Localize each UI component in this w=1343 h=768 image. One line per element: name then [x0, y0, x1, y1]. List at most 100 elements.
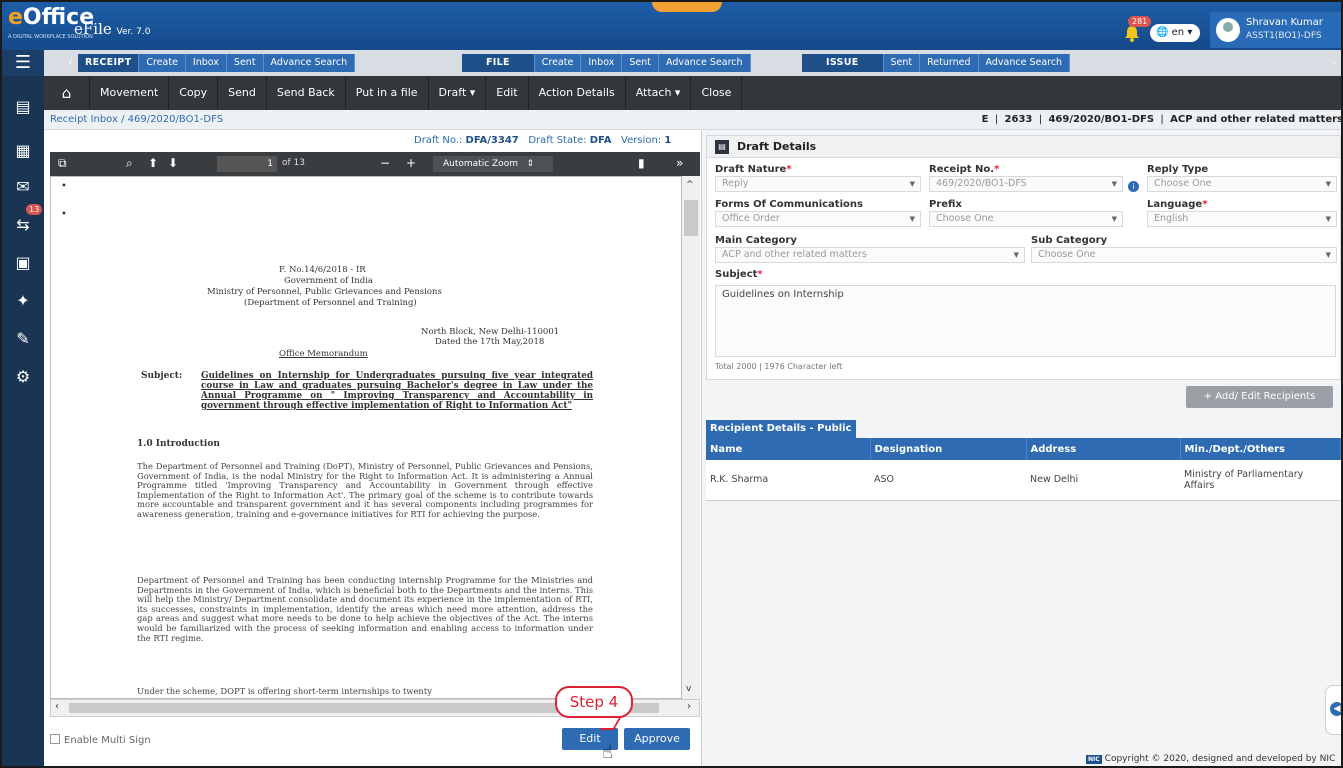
breadcrumb[interactable]: Receipt Inbox / 469/2020/BO1-DFS: [50, 114, 223, 125]
doc-place: North Block, New Delhi-110001: [421, 327, 560, 337]
file-sent-link[interactable]: Sent: [622, 54, 659, 72]
user-name: Shravan Kumar: [1246, 17, 1323, 28]
scroll-right-icon[interactable]: ›: [687, 701, 691, 712]
recipient-name: R.K. Sharma: [706, 460, 870, 501]
save-icon[interactable]: ▮: [638, 156, 645, 170]
receipt-create-link[interactable]: Create: [139, 54, 186, 72]
toolbar-send-back[interactable]: Send Back: [267, 76, 346, 110]
file-advance-search-link[interactable]: Advance Search: [659, 54, 751, 72]
file-create-link[interactable]: Create: [535, 54, 582, 72]
receipt-no-field[interactable]: Receipt No.* 469/2020/BO1-DFS ▼: [929, 164, 1123, 192]
column-header-address: Address: [1026, 438, 1181, 460]
toolbar-attach-dropdown[interactable]: Attach ▾: [626, 76, 692, 110]
forms-of-communication-field[interactable]: Forms Of Communications Office Order ▼: [715, 199, 921, 227]
toolbar-draft-dropdown[interactable]: Draft ▾: [429, 76, 487, 110]
document-viewer-panel: Draft No.: DFA/3347 Draft State: DFA Ver…: [44, 130, 702, 766]
app-header: eOffice A DIGITAL WORKPLACE SOLUTION eFi…: [2, 2, 1341, 50]
language-selector[interactable]: 🌐 en ▾: [1150, 24, 1200, 42]
toolbar-put-in-file[interactable]: Put in a file: [346, 76, 429, 110]
receipt-inbox-link[interactable]: Inbox: [186, 54, 227, 72]
action-toolbar: ⌂ Movement Copy Send Send Back Put in a …: [44, 76, 1341, 110]
toolbar-copy[interactable]: Copy: [169, 76, 219, 110]
arrow-left-icon: ◀: [1330, 702, 1341, 716]
add-edit-recipients-button[interactable]: + Add/ Edit Recipients: [1186, 386, 1333, 408]
sidebar-toggle-icon[interactable]: ⧉: [58, 156, 67, 171]
file-tab-head[interactable]: FILE: [462, 54, 535, 72]
info-icon[interactable]: i: [1128, 181, 1139, 192]
zoom-select[interactable]: Automatic Zoom ⇕: [433, 156, 553, 172]
prefix-field[interactable]: Prefix Choose One ▼: [929, 199, 1123, 227]
more-tools-icon[interactable]: »: [676, 156, 683, 170]
receipt-tab-head[interactable]: RECEIPT: [78, 54, 140, 72]
bell-icon[interactable]: [1122, 24, 1142, 44]
collapse-header-handle[interactable]: [652, 2, 722, 12]
draft-details-panel: ▤ Draft Details Draft Nature* Reply ▼ Rec…: [702, 130, 1341, 766]
settings-icon[interactable]: ⚙: [12, 366, 34, 388]
next-page-icon[interactable]: ⬇: [168, 156, 178, 170]
enable-multi-sign-checkbox[interactable]: Enable Multi Sign: [50, 734, 151, 746]
breadcrumb-row: Receipt Inbox / 469/2020/BO1-DFS E | 263…: [44, 110, 1343, 130]
draft-details-card: ▤ Draft Details Draft Nature* Reply ▼ Rec…: [706, 135, 1341, 380]
recipient-ministry: Ministry of Parliamentary Affairs: [1180, 460, 1341, 501]
side-drawer-tab[interactable]: ◀: [1325, 685, 1341, 735]
knowledge-icon[interactable]: ✦: [12, 290, 34, 312]
main-category-field[interactable]: Main Category ACP and other related matt…: [715, 235, 1025, 263]
toolbar-close[interactable]: Close: [691, 76, 743, 110]
language-field[interactable]: Language* English ▼: [1147, 199, 1337, 227]
toolbar-action-details[interactable]: Action Details: [529, 76, 626, 110]
home-icon[interactable]: ⌂: [44, 76, 90, 110]
chevron-right-icon[interactable]: ›: [1332, 56, 1336, 69]
dispatch-icon[interactable]: ⇆: [12, 214, 34, 236]
file-module-icon[interactable]: ▦: [12, 140, 34, 162]
doc-department: (Department of Personnel and Training): [244, 298, 417, 308]
recipient-details-tab[interactable]: Recipient Details - Public: [706, 420, 856, 438]
user-management-icon[interactable]: ✎: [12, 328, 34, 350]
app-name: eFile Ver. 7.0: [74, 20, 151, 38]
receipt-module-icon[interactable]: ▤: [12, 96, 34, 118]
toolbar-send[interactable]: Send: [218, 76, 267, 110]
dashboard-icon[interactable]: ▣: [12, 252, 34, 274]
reply-type-field[interactable]: Reply Type Choose One ▼: [1147, 164, 1337, 192]
issue-tab-head[interactable]: ISSUE: [802, 54, 884, 72]
subject-label: Subject*: [715, 269, 763, 280]
user-menu[interactable]: Shravan Kumar ASST1(BO1)-DFS: [1210, 12, 1341, 48]
scroll-left-icon[interactable]: ‹: [55, 701, 59, 712]
toolbar-movement[interactable]: Movement: [90, 76, 170, 110]
zoom-out-icon[interactable]: −: [380, 156, 390, 170]
pdf-document[interactable]: • • F. No.14/6/2018 - IR Government of I…: [50, 176, 682, 699]
draft-nature-field[interactable]: Draft Nature* Reply ▼: [715, 164, 921, 192]
receipt-advance-search-link[interactable]: Advance Search: [264, 54, 356, 72]
hamburger-menu-icon[interactable]: ☰: [2, 50, 44, 76]
module-tabbar: ☰ ‹ RECEIPT Create Inbox Sent Advance Se…: [2, 50, 1341, 76]
approve-button[interactable]: Approve: [624, 728, 690, 750]
doc-bullet: •: [61, 209, 67, 220]
column-header-ministry: Min./Dept./Others: [1180, 438, 1341, 460]
receipt-sent-link[interactable]: Sent: [227, 54, 264, 72]
issue-advance-search-link[interactable]: Advance Search: [979, 54, 1071, 72]
recipient-address: New Delhi: [1026, 460, 1180, 501]
mail-icon[interactable]: ✉: [12, 176, 34, 198]
issue-tab-group: ISSUE Sent Returned Advance Search: [802, 54, 1071, 72]
zoom-in-icon[interactable]: +: [406, 156, 416, 170]
prev-page-icon[interactable]: ⬆: [148, 156, 158, 170]
toolbar-edit[interactable]: Edit: [486, 76, 529, 110]
sub-category-field[interactable]: Sub Category Choose One ▼: [1031, 235, 1337, 263]
scroll-up-icon[interactable]: ^: [686, 180, 694, 190]
scroll-thumb[interactable]: [684, 200, 698, 236]
chevron-left-icon[interactable]: ‹: [68, 55, 73, 69]
file-reference: E | 2633 | 469/2020/BO1-DFS | ACP and ot…: [981, 114, 1343, 125]
doc-subject-label: Subject:: [141, 371, 183, 381]
table-row[interactable]: R.K. Sharma ASO New Delhi Ministry of Pa…: [706, 460, 1341, 501]
recipient-designation: ASO: [870, 460, 1026, 501]
doc-file-no: F. No.14/6/2018 - IR: [279, 265, 366, 275]
subject-textarea[interactable]: Guidelines on Internship: [715, 285, 1336, 357]
issue-sent-link[interactable]: Sent: [884, 54, 921, 72]
vertical-scrollbar[interactable]: ^ v: [682, 176, 700, 699]
file-tab-group: FILE Create Inbox Sent Advance Search: [462, 54, 751, 72]
scroll-down-icon[interactable]: v: [686, 684, 691, 694]
file-inbox-link[interactable]: Inbox: [581, 54, 623, 72]
page-number-input[interactable]: 1: [217, 156, 277, 172]
issue-returned-link[interactable]: Returned: [920, 54, 979, 72]
column-header-designation: Designation: [870, 438, 1027, 460]
search-icon[interactable]: ⌕: [126, 156, 133, 171]
